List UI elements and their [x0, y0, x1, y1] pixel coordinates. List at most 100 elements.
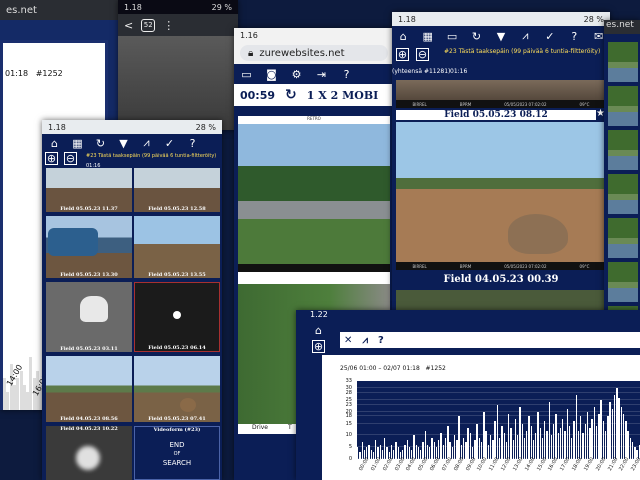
chart-bar — [546, 430, 548, 459]
chart-bar — [395, 442, 397, 459]
center-mode-label[interactable]: 1 X 2 MOBI — [307, 89, 379, 102]
chart-bar — [451, 447, 453, 459]
thumb-caption-6: Field 05.05.23 06.14 — [148, 345, 206, 351]
zoom-in-icon[interactable]: ⊕ — [396, 48, 409, 61]
chart-range-label: 25/06 01:00 – 02/07 01:18 — [340, 365, 420, 372]
chart-window: 1.22 ⌂ ⊕ ✕ ⩘ ? 25/06 01:00 – 02/07 01:18… — [296, 310, 640, 480]
zoom-out-icon[interactable]: ⊖ — [64, 152, 77, 165]
chart-bar — [381, 449, 384, 459]
thumb-field-3[interactable]: Field 04.05.23 08.56 — [46, 356, 132, 422]
right-strip-temp-2: 09°C — [579, 263, 590, 269]
chart-bar — [575, 395, 577, 459]
home-icon[interactable]: ⌂ — [48, 137, 61, 150]
chart-icon[interactable]: ⩘ — [140, 136, 153, 150]
help-icon[interactable]: ? — [186, 137, 199, 150]
refresh-icon[interactable]: ↻ — [471, 30, 481, 43]
chart-bar — [571, 437, 573, 459]
monitor-icon[interactable]: ▭ — [447, 30, 457, 43]
right-banner: ⊕ ⊖ #23 Tästä taaksepäin (99 päivää 6 tu… — [392, 46, 610, 76]
right-status-time: 1.18 — [398, 14, 416, 24]
chart-bar — [512, 440, 514, 459]
thumb-field-1[interactable]: Field 05.05.23 11.37 — [46, 168, 132, 212]
thumb-caption-3: Field 05.05.23 13.30 — [60, 272, 118, 278]
chart-status-time: 1.22 — [310, 310, 328, 319]
menu-icon[interactable]: ⋮ — [163, 19, 174, 32]
filter-icon[interactable]: ▼ — [496, 30, 506, 43]
end-of-search-text: END OF SEARCH — [135, 441, 219, 468]
line-chart-icon[interactable]: ⩘ — [362, 335, 368, 346]
chart-bar — [602, 421, 605, 459]
chart-icon[interactable]: ⩘ — [520, 29, 530, 43]
right-banner-time: 01:16 — [450, 68, 468, 75]
chart-bar — [622, 414, 625, 459]
close-icon[interactable]: ✕ — [344, 335, 352, 346]
right-banner-sub: (yhteensä #11281) — [392, 68, 451, 75]
lock-icon: 🔒︎ — [248, 47, 254, 59]
home-icon[interactable]: ⌂ — [398, 30, 408, 43]
chart-bar — [559, 428, 562, 459]
filter-icon[interactable]: ▼ — [117, 137, 130, 150]
help-icon[interactable]: ? — [340, 68, 353, 81]
chart-bar — [586, 411, 589, 459]
share-icon[interactable]: < — [124, 19, 133, 32]
grid-icon[interactable]: ▦ — [71, 137, 84, 150]
chart-bar — [453, 435, 456, 459]
chart-bar — [591, 418, 593, 459]
logout-icon[interactable]: ⇥ — [315, 68, 328, 81]
chart-plot-area — [356, 380, 640, 459]
zoom-out-icon[interactable]: ⊖ — [416, 48, 429, 61]
right-hare-photo[interactable] — [396, 122, 606, 262]
right-caption-2: Field 04.05.23 00.39 — [396, 274, 606, 288]
help-icon[interactable]: ? — [569, 30, 579, 43]
thumb-tractor-1[interactable]: Field 05.05.23 13.30 — [46, 216, 132, 278]
grid-icon[interactable]: ▦ — [422, 30, 432, 43]
check-icon[interactable]: ✓ — [163, 137, 176, 150]
thumb-bright-night[interactable]: Field 04.05.23 10.22 — [46, 426, 132, 480]
home-icon[interactable]: ⌂ — [312, 324, 325, 337]
chart-bar — [627, 430, 629, 459]
thumb-tractor-2[interactable]: Field 05.05.23 13.55 — [134, 216, 220, 278]
center-refresh-icon[interactable]: ↻ — [285, 87, 297, 103]
zoom-in-icon[interactable]: ⊕ — [45, 152, 58, 165]
mail-icon[interactable]: ✉ — [594, 30, 604, 43]
chart-bar — [514, 418, 517, 459]
thumb-caption-8: Field 05.05.23 07.41 — [148, 416, 206, 422]
chart-bar — [550, 435, 553, 459]
thumb-deer-night[interactable]: Field 05.05.23 03.11 — [46, 282, 132, 352]
far-right-url: es.net — [604, 20, 640, 34]
right-strip-temp: 09°C — [579, 101, 590, 107]
chart-bar — [492, 440, 494, 459]
right-photo-top[interactable] — [396, 80, 606, 100]
chart-bar — [393, 449, 395, 459]
help-icon[interactable]: ? — [378, 335, 384, 346]
chart-bar — [564, 430, 566, 459]
chart-bar — [503, 433, 505, 459]
chart-bar — [616, 388, 618, 459]
chart-bar — [431, 437, 433, 459]
chart-y-tick: 10 — [345, 432, 352, 439]
thumb-night-light[interactable]: Field 05.05.23 06.14 — [134, 282, 220, 352]
night-light-spot — [173, 311, 181, 319]
far-right-thumbs[interactable] — [608, 42, 638, 312]
end-of-search-tile[interactable]: Videoform (#23) END OF SEARCH — [134, 426, 220, 480]
check-icon[interactable]: ✓ — [545, 30, 555, 43]
top-browser-window: 1.18 29 % < 52 ⋮ — [118, 0, 238, 130]
center-countdown: 00:59 — [240, 88, 276, 102]
settings-icon[interactable]: ⚙ — [290, 68, 303, 81]
zoom-in-icon[interactable]: ⊕ — [312, 340, 325, 353]
chart-bar — [600, 399, 602, 459]
camera-icon[interactable]: ◙ — [265, 68, 278, 81]
left-record-id: #1252 — [35, 69, 63, 78]
tabs-count-icon[interactable]: 52 — [141, 18, 156, 32]
monitor-icon[interactable]: ▭ — [240, 68, 253, 81]
refresh-icon[interactable]: ↻ — [94, 137, 107, 150]
center-photo-strip — [238, 264, 390, 272]
chart-bar — [444, 437, 447, 459]
thumb-hare[interactable]: Field 05.05.23 07.41 — [134, 356, 220, 422]
center-url-pill[interactable]: 🔒︎ zurewebsites.net — [240, 45, 388, 61]
chart-bar — [456, 440, 458, 459]
thumb-field-2[interactable]: Field 05.05.23 12.58 — [134, 168, 220, 212]
chart-frame: 25/06 01:00 – 02/07 01:18 #1252 0 5 10 15 18… — [322, 355, 640, 480]
right-photo-bottom[interactable] — [396, 290, 606, 312]
center-photo-card-1[interactable]: RETRO — [238, 116, 390, 276]
